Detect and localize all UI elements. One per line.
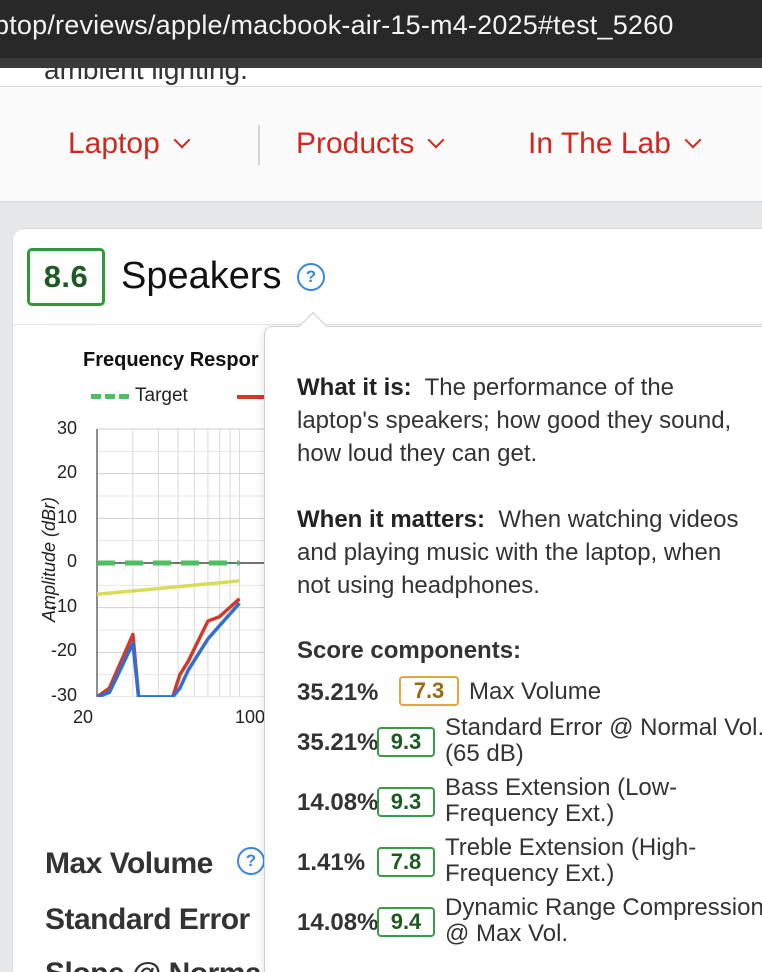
component-name: Standard Error @ Normal Vol. (65 dB): [445, 714, 762, 767]
component-score: 9.4: [377, 907, 435, 937]
card-title: Speakers: [121, 255, 282, 297]
metric-standard-error: Standard Error: [45, 903, 250, 937]
nav-products-label: Products: [296, 127, 415, 160]
nav-in-the-lab-label: In The Lab: [528, 127, 671, 160]
metric-max-volume: Max Volume: [45, 847, 213, 881]
question-circle-icon[interactable]: ?: [297, 263, 325, 291]
peek-text: ambient lighting.: [44, 68, 248, 85]
card-header: 8.6 Speakers ?: [13, 229, 762, 325]
component-score: 9.3: [377, 787, 435, 817]
tooltip-when-it-matters: When it matters: When watching videos an…: [297, 503, 747, 602]
chart-title: Frequency Respor: [83, 349, 259, 371]
component-name: Dynamic Range Compression @ Max Vol.: [445, 894, 762, 947]
y-tick-label: -10: [50, 596, 77, 616]
browser-url-bar[interactable]: ptop/reviews/apple/macbook-air-15-m4-202…: [0, 0, 762, 58]
component-name: Bass Extension (Low-Frequency Ext.): [445, 774, 678, 827]
nav-in-the-lab[interactable]: In The Lab: [528, 127, 702, 161]
nav-laptop[interactable]: Laptop: [68, 127, 191, 161]
browser-toolbar-divider: [0, 58, 762, 68]
legend-target-swatch: [91, 393, 129, 399]
speakers-tooltip: What it is: The performance of the lapto…: [264, 311, 762, 972]
component-weight: 14.08%: [297, 789, 379, 816]
component-weight: 35.21%: [297, 679, 379, 706]
chevron-down-icon: [173, 131, 191, 149]
what-label: What it is:: [297, 374, 412, 401]
legend-target-label: Target: [135, 385, 188, 406]
nav-products[interactable]: Products: [296, 127, 445, 161]
y-tick-label: -20: [50, 640, 77, 660]
component-weight: 35.21%: [297, 729, 379, 756]
chart-legend: Target: [91, 385, 271, 407]
nav-laptop-label: Laptop: [68, 127, 160, 160]
component-name: Treble Extension (High-Frequency Ext.): [445, 834, 697, 887]
series-line-series-2: [95, 597, 241, 697]
component-score: 9.3: [377, 727, 435, 757]
score-badge: 8.6: [27, 248, 105, 306]
chevron-down-icon: [427, 131, 445, 149]
y-tick-label: 0: [66, 551, 77, 571]
components-heading: Score components:: [297, 637, 522, 664]
nav-divider: [258, 125, 260, 165]
top-navigation: Laptop Products In The Lab: [0, 86, 762, 202]
y-tick-label: -30: [50, 685, 77, 705]
metric-label: Standard Error: [45, 903, 250, 936]
component-row: 35.21% 9.3 Standard Error @ Normal Vol. …: [297, 715, 762, 773]
series-line-series-4: [96, 579, 240, 597]
component-weight: 1.41%: [297, 849, 366, 876]
metric-slope: Slope @ Norma: [45, 957, 262, 972]
x-tick-label: 20: [73, 707, 94, 727]
component-weight: 14.08%: [297, 909, 379, 936]
component-score: 7.8: [377, 847, 435, 877]
y-tick-label: 30: [56, 418, 77, 438]
component-score: 7.3: [399, 676, 459, 706]
y-tick-label: 20: [56, 462, 77, 482]
page-content-peek: ambient lighting.: [0, 68, 762, 88]
frequency-response-plot: [95, 428, 283, 697]
question-circle-icon[interactable]: ?: [237, 847, 265, 875]
metric-label: Max Volume: [45, 847, 213, 880]
chevron-down-icon: [684, 131, 702, 149]
component-row: 1.41% 7.8 Treble Extension (High-Frequen…: [297, 835, 762, 893]
y-tick-label: 10: [56, 507, 77, 527]
component-row: 14.08% 9.3 Bass Extension (Low-Frequency…: [297, 775, 762, 833]
url-text[interactable]: ptop/reviews/apple/macbook-air-15-m4-202…: [0, 10, 674, 41]
tooltip-what-it-is: What it is: The performance of the lapto…: [297, 371, 747, 470]
metric-label: Slope @ Norma: [45, 957, 262, 972]
x-tick-label: 100: [235, 707, 266, 727]
when-label: When it matters:: [297, 506, 486, 533]
component-row: 14.08% 9.4 Dynamic Range Compression @ M…: [297, 895, 762, 953]
component-name: Max Volume: [469, 678, 602, 705]
